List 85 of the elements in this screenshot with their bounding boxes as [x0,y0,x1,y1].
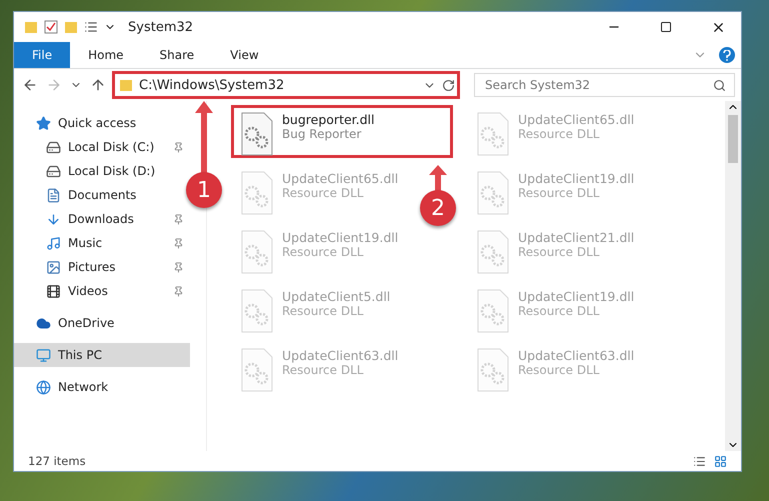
sidebar-item[interactable]: This PC [14,343,190,367]
music-note-icon [46,236,61,250]
sidebar-label: Music [68,236,104,250]
help-icon[interactable] [719,47,735,63]
back-icon [22,77,38,93]
list-icon[interactable] [84,20,98,34]
document-icon [46,188,61,202]
monitor-icon [36,348,51,362]
sidebar-label: Quick access [58,116,138,130]
file-type: Resource DLL [282,363,364,377]
file-name: UpdateClient19.dll [518,171,634,186]
file-type: Resource DLL [518,304,600,318]
refresh-icon[interactable] [442,78,455,92]
gear-file-icon [476,348,510,392]
file-type: Resource DLL [518,127,600,141]
sidebar-label: Local Disk (D:) [68,164,156,178]
search-field[interactable]: Search System32 [474,73,735,97]
ribbon-tab[interactable]: Share [142,42,212,68]
drive-icon [46,140,61,154]
picture-icon [46,260,61,274]
window-title: System32 [128,20,194,34]
ribbon-tab[interactable]: View [212,42,277,68]
drive-icon [46,164,61,178]
file-name: UpdateClient63.dll [282,348,398,363]
sidebar-label: Documents [68,188,138,202]
file-name: UpdateClient63.dll [518,348,634,363]
sidebar-item[interactable]: Network [14,375,190,399]
file-type: Resource DLL [518,363,600,377]
file-type: Resource DLL [282,245,364,259]
file-type: Resource DLL [518,245,600,259]
item-count: 127 items [28,454,87,468]
search-icon [713,78,726,92]
sidebar-item[interactable]: Videos [14,279,190,303]
large-icons-view-icon[interactable] [714,454,727,468]
file-name: UpdateClient5.dll [282,289,390,304]
address-path: C:\Windows\System32 [139,78,286,92]
gear-file-icon [476,289,510,333]
file-type: Resource DLL [282,304,364,318]
gear-file-icon [240,348,274,392]
file-name: UpdateClient19.dll [518,289,634,304]
file-name: UpdateClient65.dll [282,171,398,186]
gear-file-icon [476,112,510,156]
file-name: bugreporter.dll [282,112,375,127]
cloud-icon [36,316,51,330]
star-icon [36,116,51,130]
file-type: Resource DLL [282,186,364,200]
file-name: UpdateClient65.dll [518,112,634,127]
sidebar-item[interactable]: Quick access [14,111,190,135]
sidebar-label: Downloads [68,212,135,226]
pointer-arrow [428,165,448,193]
details-view-icon[interactable] [693,454,706,468]
gear-file-icon [240,112,274,156]
sidebar-label: Videos [68,284,109,298]
sidebar-label: Pictures [68,260,117,274]
sidebar-label: Network [58,380,110,394]
gear-file-icon [240,230,274,274]
sidebar-label: Local Disk (C:) [68,140,156,154]
gear-file-icon [240,171,274,215]
sidebar-label: OneDrive [58,316,116,330]
ribbon-tab[interactable]: File [14,42,70,68]
sidebar-item[interactable]: OneDrive [14,311,190,335]
sidebar-item[interactable]: Downloads [14,207,190,231]
folder-icon [119,78,133,92]
maximize-icon [660,21,672,33]
highlighted-file-item[interactable]: bugreporter.dll Bug Reporter [231,105,453,158]
gear-file-icon [476,230,510,274]
gear-file-icon [240,289,274,333]
file-name: UpdateClient19.dll [282,230,398,245]
sidebar-item[interactable]: Music [14,231,190,255]
file-type: Resource DLL [518,186,600,200]
sidebar-item[interactable]: Pictures [14,255,190,279]
scrollbar[interactable] [725,101,741,451]
forward-icon [46,77,62,93]
down-arrow-icon [46,212,61,226]
address-bar[interactable]: C:\Windows\System32 [112,71,460,99]
scroll-thumb[interactable] [728,115,738,163]
checklist-icon[interactable] [44,20,58,34]
ribbon-tab[interactable]: Home [70,42,142,68]
film-icon [46,284,61,298]
file-type: Bug Reporter [282,127,362,141]
sidebar-label: This PC [58,348,103,362]
file-name: UpdateClient21.dll [518,230,634,245]
globe-icon [36,380,51,394]
sidebar-item[interactable]: Local Disk (C:) [14,135,190,159]
gear-file-icon [476,171,510,215]
